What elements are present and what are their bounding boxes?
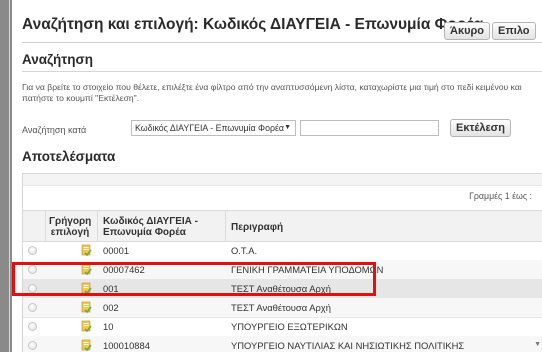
cell-description: ΥΠΟΥΡΓΕΙΟ ΝΑΥΤΙΛΙΑΣ ΚΑΙ ΝΗΣΙΩΤΙΚΗΣ ΠΟΛΙΤ… (231, 340, 465, 351)
search-section-title: Αναζήτηση (22, 52, 93, 67)
search-by-label: Αναζήτηση κατά (22, 125, 87, 135)
quick-select-icon[interactable] (81, 320, 92, 332)
table-row[interactable]: 00001 Ο.Τ.Α. (23, 241, 542, 261)
search-by-select-value: Κωδικός ΔΙΑΥΓΕΙΑ - Επωνυμία Φορέα (135, 123, 284, 133)
cell-code: 100010884 (103, 340, 150, 351)
cell-code: 00001 (103, 245, 130, 256)
scroll-down-icon[interactable]: ▼ (534, 341, 541, 348)
quick-select-icon[interactable] (81, 301, 92, 313)
select-button[interactable]: Επιλο (492, 22, 536, 40)
cancel-button[interactable]: Άκυρο (444, 22, 491, 40)
title-divider (22, 42, 542, 43)
table-row[interactable]: 10 ΥΠΟΥΡΓΕΙΟ ΕΞΩΤΕΡΙΚΩΝ (23, 317, 542, 337)
cell-description: ΤΕΣΤ Αναθέτουσα Αρχή (231, 302, 331, 313)
row-radio-button[interactable] (28, 246, 37, 255)
column-separator (225, 211, 226, 241)
results-toolbar-strip (23, 174, 542, 186)
search-section-divider (22, 71, 542, 72)
dialog-header: Αναζήτηση και επιλογή: Κωδικός ΔΙΑΥΓΕΙΑ … (12, 0, 542, 40)
cell-description: ΥΠΟΥΡΓΕΙΟ ΕΞΩΤΕΡΙΚΩΝ (231, 321, 348, 332)
table-header: Γρήγορη επιλογή Κωδικός ΔΙΑΥΓΕΙΑ - Επωνυ… (23, 210, 542, 242)
row-radio-button[interactable] (28, 322, 37, 331)
dialog-title: Αναζήτηση και επιλογή: Κωδικός ΔΙΑΥΓΕΙΑ … (22, 16, 483, 33)
rows-range-info: Γραμμές 1 έως : (469, 191, 532, 201)
results-section-title: Αποτελέσματα (22, 149, 116, 164)
search-instructions: Για να βρείτε το στοιχείο που θέλετε, επ… (22, 82, 522, 103)
column-separator (45, 211, 46, 241)
column-header-code[interactable]: Κωδικός ΔΙΑΥΓΕΙΑ - Επωνυμία Φορέα (103, 216, 243, 238)
quick-select-icon[interactable] (81, 339, 92, 351)
column-separator (97, 211, 98, 241)
quick-select-icon[interactable] (81, 244, 92, 256)
cell-description: Ο.Τ.Α. (231, 245, 258, 256)
column-header-description[interactable]: Περιγραφή (231, 222, 283, 233)
dropdown-arrow-icon: ▼ (284, 124, 291, 131)
window-border (0, 0, 12, 352)
column-header-quick-select[interactable]: Γρήγορη επιλογή (49, 216, 91, 238)
execute-button[interactable]: Εκτέλεση (450, 119, 511, 137)
row-radio-button[interactable] (28, 303, 37, 312)
table-row[interactable]: 002 ΤΕΣΤ Αναθέτουσα Αρχή (23, 298, 542, 318)
lookup-dialog: Αναζήτηση και επιλογή: Κωδικός ΔΙΑΥΓΕΙΑ … (0, 0, 542, 352)
table-row[interactable]: 100010884 ΥΠΟΥΡΓΕΙΟ ΝΑΥΤΙΛΙΑΣ ΚΑΙ ΝΗΣΙΩΤΙ… (23, 336, 542, 352)
selected-row-highlight (12, 262, 376, 296)
search-input[interactable] (300, 120, 439, 136)
row-radio-button[interactable] (28, 341, 37, 350)
search-by-select[interactable]: Κωδικός ΔΙΑΥΓΕΙΑ - Επωνυμία Φορέα ▼ (131, 120, 296, 136)
cell-code: 002 (103, 302, 119, 313)
cell-code: 10 (103, 321, 114, 332)
dialog-content: Αναζήτηση και επιλογή: Κωδικός ΔΙΑΥΓΕΙΑ … (12, 0, 542, 352)
